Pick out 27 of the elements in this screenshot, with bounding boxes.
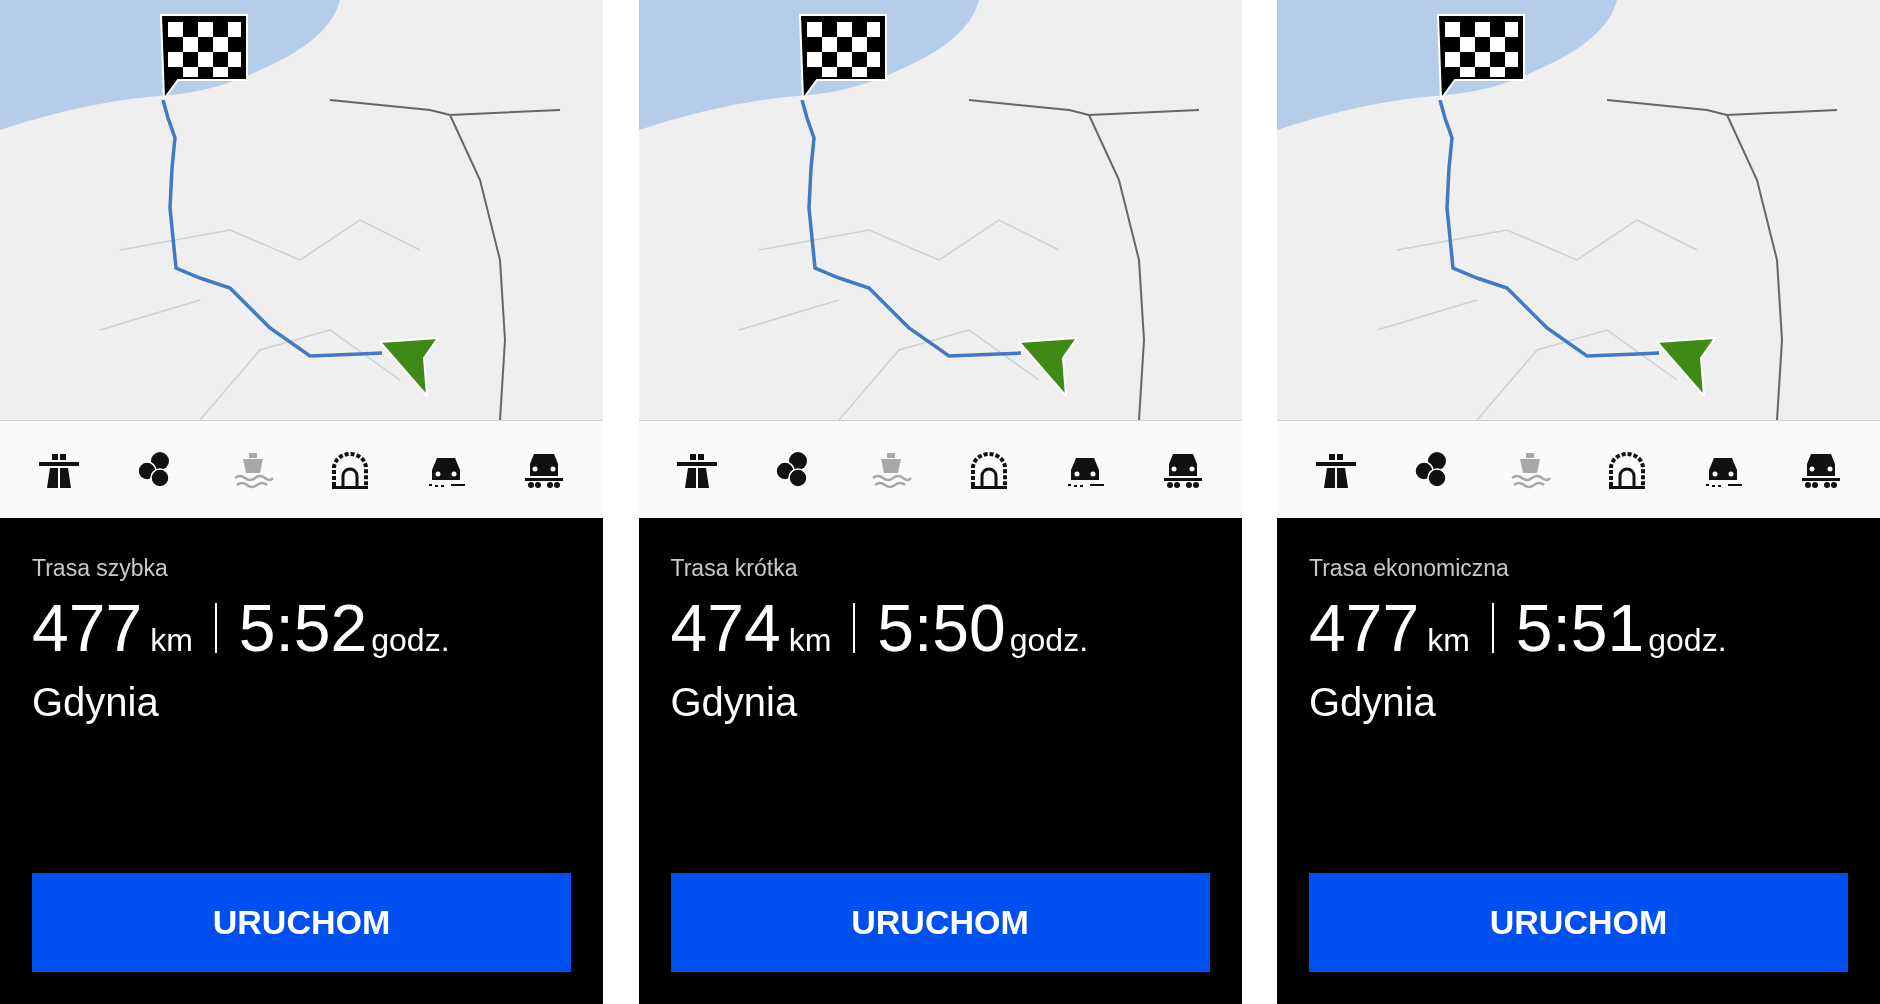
finish-flag-icon (1437, 14, 1525, 100)
destination-label: Gdynia (32, 678, 159, 726)
time-unit: godz. (1648, 623, 1727, 656)
finish-flag-icon (798, 14, 887, 100)
destination-label: Gdynia (670, 678, 798, 726)
route-type-label: Trasa krótka (670, 554, 798, 583)
route-type-label: Trasa szybka (32, 554, 168, 583)
time-value: 5:51 (1515, 594, 1645, 661)
position-arrow-icon (1016, 336, 1079, 398)
distance-unit: km (1427, 623, 1470, 656)
position-arrow-icon (1655, 336, 1717, 398)
time-value: 5:52 (238, 594, 368, 661)
finish-flag-icon (160, 14, 248, 100)
time-unit: godz. (1009, 623, 1089, 656)
distance-value: 477 (32, 594, 143, 661)
distance-value: 474 (670, 594, 781, 661)
position-arrow-icon (378, 336, 440, 398)
distance-unit: km (150, 623, 193, 656)
distance-unit: km (788, 623, 832, 656)
time-unit: godz. (371, 623, 450, 656)
start-button[interactable]: URUCHOM (670, 873, 1210, 972)
destination-label: Gdynia (1309, 678, 1436, 726)
distance-value: 477 (1309, 594, 1420, 661)
start-button[interactable]: URUCHOM (32, 873, 571, 972)
route-type-label: Trasa ekonomiczna (1309, 554, 1509, 583)
time-value: 5:50 (877, 594, 1006, 661)
start-button[interactable]: URUCHOM (1309, 873, 1848, 972)
